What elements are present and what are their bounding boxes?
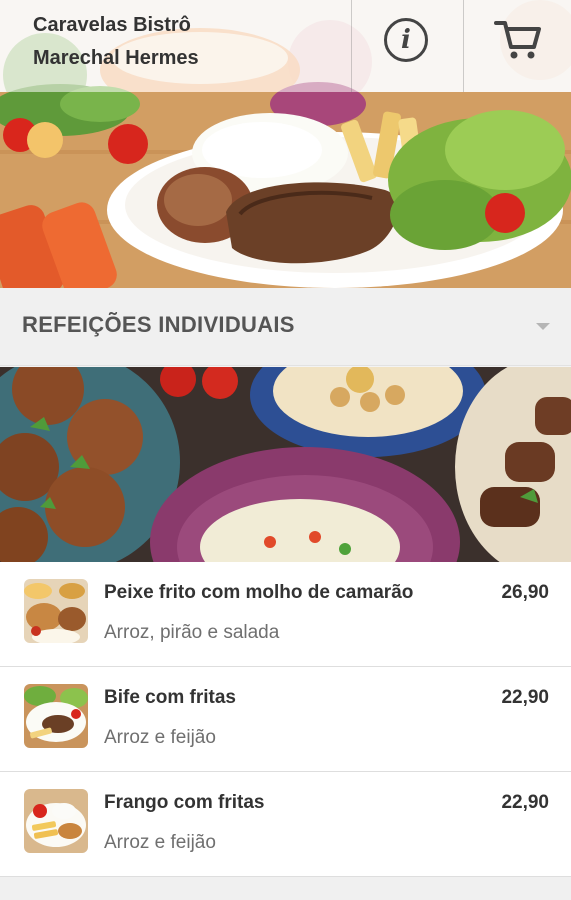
restaurant-branch: Marechal Hermes [33,47,199,69]
item-name: Bife com fritas [104,687,236,708]
item-name: Frango com fritas [104,792,265,813]
menu-item[interactable]: Frango com fritas Arroz e feijão 22,90 [0,772,571,877]
category-header[interactable]: REFEIÇÕES INDIVIDUAIS [0,288,571,366]
cart-button[interactable] [465,0,571,92]
menu-item[interactable]: Peixe frito com molho de camarão Arroz, … [0,562,571,667]
item-description: Arroz e feijão [104,727,216,748]
restaurant-name: Caravelas Bistrô [33,14,191,36]
menu-list: Peixe frito com molho de camarão Arroz, … [0,562,571,877]
list-bottom-spacer [0,877,571,900]
item-thumbnail [24,684,88,748]
item-thumbnail [24,579,88,643]
caret-down-icon[interactable] [525,310,561,344]
cart-icon [494,21,541,59]
item-thumbnail [24,789,88,853]
header-divider [351,0,352,92]
item-price: 22,90 [501,687,549,708]
item-description: Arroz, pirão e salada [104,622,280,643]
item-name: Peixe frito com molho de camarão [104,582,414,603]
info-icon: i [384,18,428,62]
category-image [0,367,571,562]
category-title: REFEIÇÕES INDIVIDUAIS [22,312,295,337]
item-price: 22,90 [501,792,549,813]
menu-item[interactable]: Bife com fritas Arroz e feijão 22,90 [0,667,571,772]
info-button[interactable]: i [353,0,459,92]
restaurant-title: Caravelas Bistrô Marechal Hermes [33,9,333,75]
header-divider [463,0,464,92]
category-food-image [0,367,571,562]
hero-banner: Caravelas Bistrô Marechal Hermes i [0,0,571,288]
item-price: 26,90 [501,582,549,603]
item-description: Arroz e feijão [104,832,216,853]
